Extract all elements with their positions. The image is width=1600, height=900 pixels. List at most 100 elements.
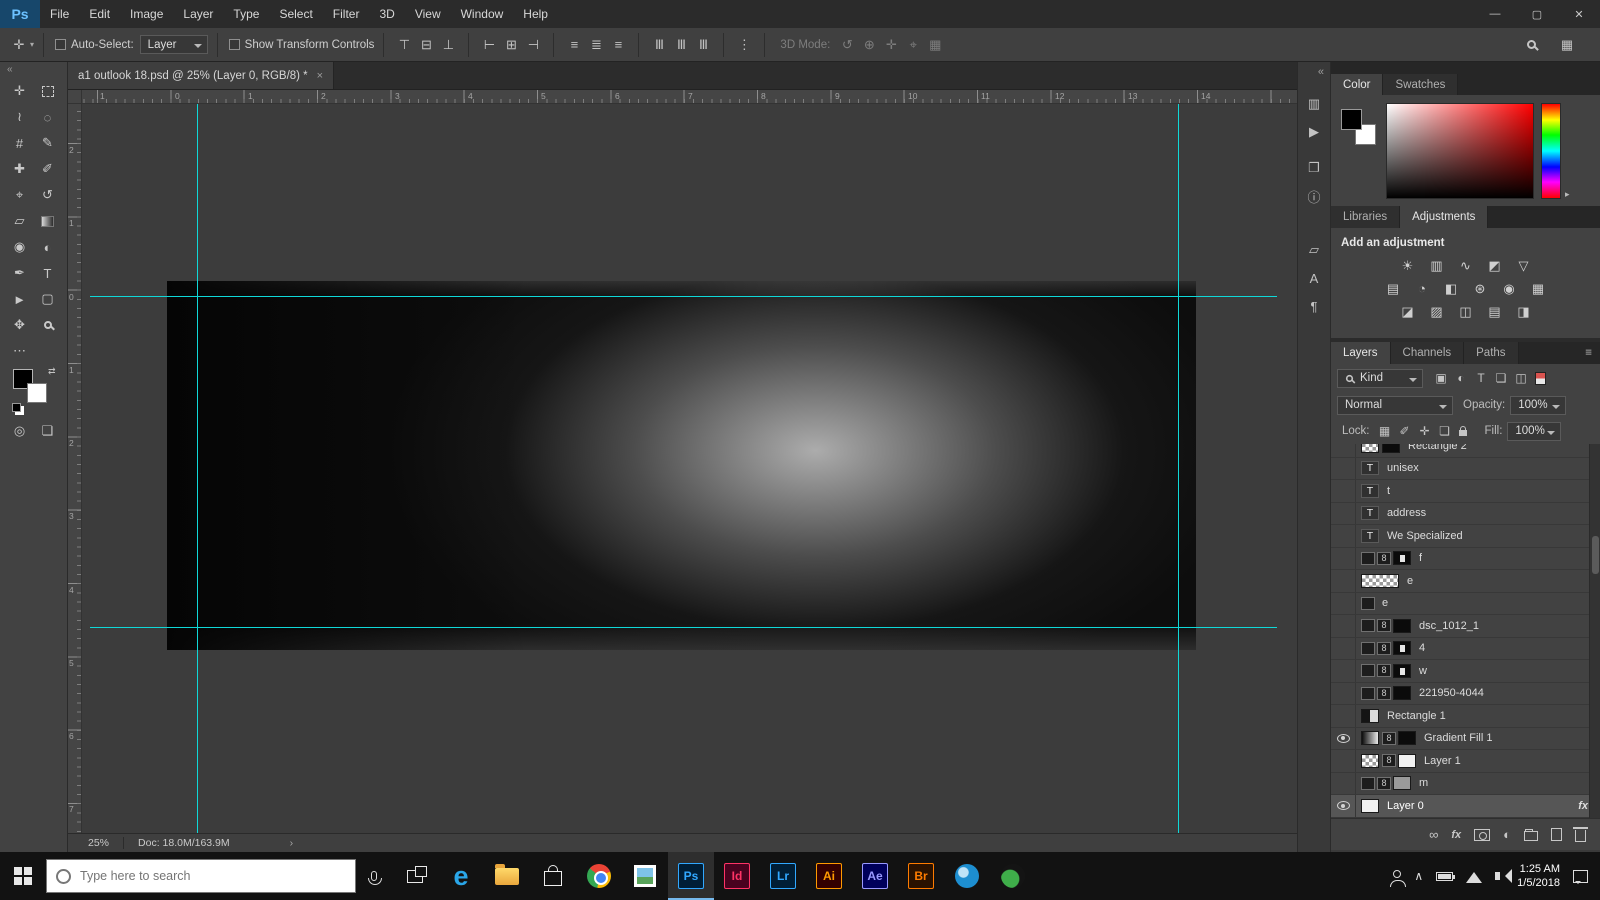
visibility-toggle[interactable] [1331, 570, 1356, 592]
visibility-toggle[interactable] [1331, 750, 1356, 772]
photo-filter-icon[interactable]: ⊛ [1471, 281, 1489, 297]
clone-stamp-tool[interactable]: ⌖ [6, 186, 34, 204]
layer-row[interactable]: T We Specialized [1331, 525, 1600, 548]
visibility-toggle[interactable] [1331, 444, 1356, 457]
distribute-horizontal-centers-icon[interactable]: Ⅲ [670, 37, 692, 53]
filter-shape-layers-icon[interactable]: ❏ [1491, 371, 1511, 385]
3d-roll-icon[interactable]: ⊕ [858, 37, 880, 53]
quick-mask-mode-button[interactable]: ◎ [6, 422, 34, 440]
tab-channels[interactable]: Channels [1390, 342, 1465, 364]
layer-thumbnail[interactable] [1361, 573, 1399, 588]
layers-scrollbar[interactable] [1589, 444, 1600, 818]
pen-tool[interactable]: ✒ [6, 264, 34, 282]
visibility-toggle[interactable] [1331, 502, 1356, 524]
layer-thumbnail[interactable] [1361, 798, 1379, 813]
battery-icon[interactable] [1436, 871, 1456, 881]
filter-pixel-layers-icon[interactable]: ▣ [1431, 371, 1451, 385]
tab-close-icon[interactable]: × [317, 70, 323, 82]
volume-icon[interactable] [1495, 869, 1513, 883]
taskbar-clock[interactable]: 1:25 AM 1/5/2018 [1517, 862, 1560, 891]
menu-3d[interactable]: 3D [369, 0, 404, 28]
tool-preset-arrow-icon[interactable]: ▾ [30, 40, 34, 49]
mask-thumbnail[interactable] [1398, 753, 1416, 768]
mask-thumbnail[interactable] [1398, 731, 1416, 746]
layer-row[interactable]: e [1331, 570, 1600, 593]
task-view-button[interactable] [392, 852, 438, 900]
vibrance-icon[interactable]: ▽ [1515, 258, 1533, 274]
workspace-switcher-icon[interactable]: ▦ [1556, 37, 1578, 53]
rectangle-shape-tool[interactable]: ▢ [34, 290, 62, 308]
taskbar-store[interactable] [530, 852, 576, 900]
align-right-edges-icon[interactable]: ⊣ [522, 37, 544, 53]
lock-image-pixels-icon[interactable]: ✐ [1395, 424, 1415, 438]
add-layer-mask-icon[interactable] [1474, 828, 1491, 841]
hue-slider[interactable] [1541, 103, 1561, 199]
taskbar-green-app[interactable] [990, 852, 1036, 900]
visibility-toggle[interactable] [1331, 457, 1356, 479]
character-panel-icon[interactable]: A [1298, 264, 1330, 292]
people-icon[interactable] [1390, 869, 1407, 887]
curves-icon[interactable]: ∿ [1457, 258, 1475, 274]
new-group-icon[interactable] [1524, 829, 1538, 841]
hue-saturation-icon[interactable]: ▤ [1384, 281, 1402, 297]
lock-artboard-icon[interactable]: ❏ [1435, 424, 1455, 438]
layer-row[interactable]: 8 Gradient Fill 1 [1331, 727, 1600, 750]
gradient-map-icon[interactable]: ▤ [1486, 304, 1504, 320]
taskbar-edge[interactable]: e [438, 852, 484, 900]
action-center-icon[interactable] [1573, 869, 1588, 884]
distribute-left-edges-icon[interactable]: Ⅲ [648, 37, 670, 53]
color-balance-icon[interactable]: ◔ [1413, 281, 1431, 297]
align-top-edges-icon[interactable]: ⊤ [393, 37, 415, 53]
search-input[interactable] [80, 869, 355, 883]
close-button[interactable]: ✕ [1558, 0, 1600, 28]
move-tool[interactable]: ✛ [6, 82, 34, 100]
layer-row[interactable]: 8 4 [1331, 637, 1600, 660]
blend-mode-dropdown[interactable]: Normal [1337, 395, 1453, 415]
3d-rotate-icon[interactable]: ↺ [836, 37, 858, 53]
path-selection-tool[interactable]: ► [6, 290, 34, 308]
taskbar-bridge[interactable]: Br [898, 852, 944, 900]
posterize-icon[interactable]: ▨ [1428, 304, 1446, 320]
selective-color-icon[interactable]: ◨ [1515, 304, 1533, 320]
menu-file[interactable]: File [40, 0, 79, 28]
guide-horizontal-top[interactable] [90, 296, 1277, 297]
filter-type-layers-icon[interactable]: T [1471, 371, 1491, 385]
edit-toolbar-ellipsis[interactable]: ⋯ [6, 342, 34, 360]
gradient-tool[interactable] [34, 212, 62, 230]
layer-thumbnail[interactable] [1393, 618, 1411, 633]
distribute-vertical-centers-icon[interactable]: ≣ [585, 37, 607, 53]
type-tool[interactable]: T [34, 264, 62, 282]
lock-all-icon[interactable] [1458, 426, 1467, 436]
menu-type[interactable]: Type [223, 0, 269, 28]
menu-help[interactable]: Help [513, 0, 558, 28]
visibility-toggle[interactable] [1331, 547, 1356, 569]
quick-selection-tool[interactable]: ◌ [34, 108, 62, 126]
distribute-spacing-icon[interactable]: ⋮ [733, 37, 755, 53]
taskbar-illustrator[interactable]: Ai [806, 852, 852, 900]
add-adjustment-layer-icon[interactable]: ◐ [1503, 827, 1511, 842]
black-white-icon[interactable]: ◧ [1442, 281, 1460, 297]
fill-dropdown[interactable]: 100% [1507, 421, 1562, 441]
color-picker-field[interactable] [1386, 103, 1534, 199]
tab-adjustments[interactable]: Adjustments [1400, 206, 1489, 228]
guide-vertical-right[interactable] [1178, 104, 1179, 833]
zoom-tool[interactable] [34, 316, 62, 334]
document-tab[interactable]: a1 outlook 18.psd @ 25% (Layer 0, RGB/8)… [68, 62, 335, 89]
spot-healing-brush-tool[interactable]: ✚ [6, 160, 34, 178]
3d-slide-icon[interactable]: ⌖ [902, 37, 924, 53]
threshold-icon[interactable]: ◫ [1457, 304, 1475, 320]
panel-foreground-swatch[interactable] [1341, 109, 1362, 130]
guide-vertical-left[interactable] [197, 104, 198, 833]
layer-row[interactable]: T unisex [1331, 457, 1600, 480]
histogram-panel-icon[interactable]: ▥ [1298, 90, 1330, 118]
exposure-icon[interactable]: ◩ [1486, 258, 1504, 274]
layer-row[interactable]: 8 Layer 1 [1331, 750, 1600, 773]
network-icon[interactable] [1466, 870, 1483, 883]
zoom-level[interactable]: 25% [88, 837, 109, 849]
auto-select-dropdown[interactable]: Layer [139, 35, 208, 54]
taskbar-blue-app[interactable] [944, 852, 990, 900]
taskbar-photos[interactable] [622, 852, 668, 900]
layer-thumbnail[interactable] [1361, 444, 1379, 453]
delete-layer-icon[interactable] [1573, 827, 1588, 842]
visibility-toggle[interactable] [1331, 525, 1356, 547]
